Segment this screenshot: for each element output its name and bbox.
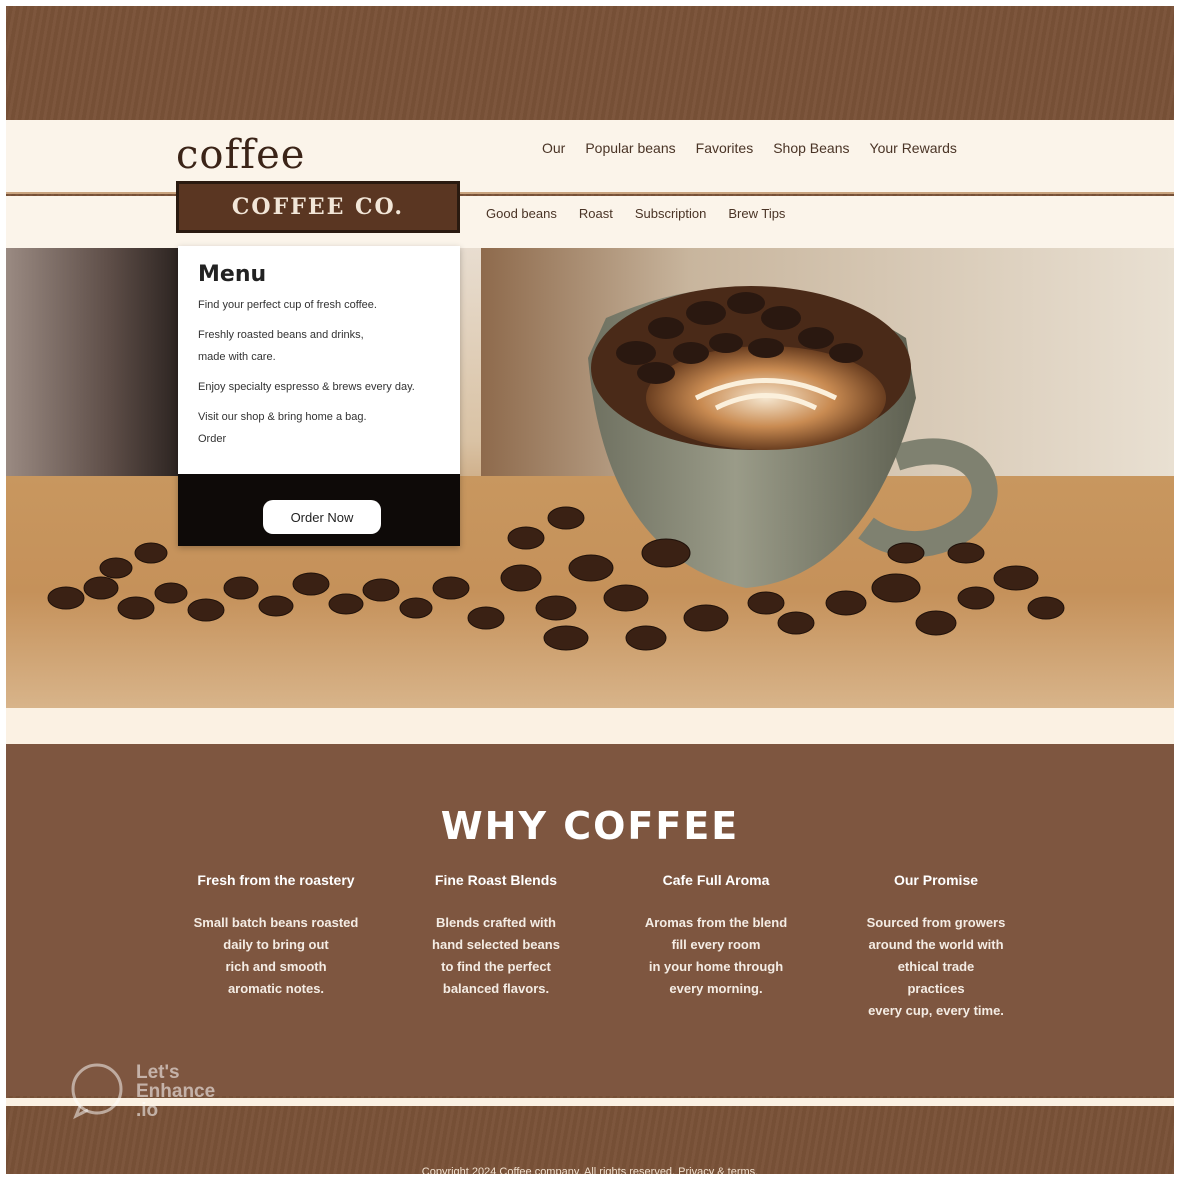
top-nav-item[interactable]: Our (542, 140, 565, 156)
card-text: Freshly roasted beans and drinks, (198, 329, 364, 341)
hero-info-card: Menu Find your perfect cup of fresh coff… (178, 246, 460, 546)
chat-bubble-icon (71, 1063, 123, 1120)
feature-heading: Cafe Full Aroma (662, 872, 770, 888)
card-text: Order (198, 433, 227, 445)
card-title: Menu (198, 262, 267, 287)
watermark-text: Let's Enhance .io (136, 1063, 215, 1120)
sub-nav-item[interactable]: Brew Tips (728, 206, 785, 221)
sub-nav-item[interactable]: Subscription (635, 206, 707, 221)
site-logo[interactable]: coffee (176, 132, 305, 178)
watermark: Let's Enhance .io (68, 1062, 215, 1120)
card-text: Visit our shop & bring home a bag. (198, 411, 367, 423)
top-nav-item[interactable]: Favorites (696, 140, 754, 156)
feature-column: Fine Roast Blends Blends crafted with ha… (396, 872, 596, 1022)
sub-nav-item[interactable]: Roast (579, 206, 613, 221)
watermark-line: .io (136, 1099, 159, 1121)
feature-text: hand selected beans (432, 937, 560, 952)
feature-text: to find the perfect (441, 959, 551, 974)
card-footer: Order Now (178, 474, 460, 546)
feature-column: Our Promise Sourced from growers around … (836, 872, 1036, 1022)
card-text: Find your perfect cup of fresh coffee. (198, 299, 377, 311)
feature-heading: Our Promise (893, 872, 979, 888)
feature-text: Small batch beans roasted (193, 915, 359, 930)
feature-text: Blends crafted with (436, 915, 556, 930)
sub-nav: Good beans Roast Subscription Brew Tips (486, 206, 785, 221)
top-nav-item[interactable]: Popular beans (585, 140, 675, 156)
feature-text: Aromas from the blend (644, 915, 788, 930)
feature-text: practices (907, 981, 965, 996)
section-title: WHY COFFEE (440, 804, 740, 848)
card-text: made with care. (198, 351, 276, 363)
page-frame: coffee Our Popular beans Favorites Shop … (6, 6, 1174, 1174)
feature-text: around the world with (868, 937, 1004, 952)
feature-text: rich and smooth (225, 959, 327, 974)
feature-text: aromatic notes. (227, 981, 325, 996)
top-nav-item[interactable]: Your Rewards (870, 140, 957, 156)
why-coffee-section: WHY COFFEE Fresh from the roastery Small… (6, 744, 1174, 1096)
brand-banner: COFFEE CO. (176, 181, 460, 233)
feature-text: every morning. (669, 981, 763, 996)
order-now-button[interactable]: Order Now (263, 500, 381, 534)
top-nav-item[interactable]: Shop Beans (773, 140, 849, 156)
sub-nav-item[interactable]: Good beans (486, 206, 557, 221)
feature-text: Sourced from growers (866, 915, 1006, 930)
feature-text: fill every room (671, 937, 761, 952)
feature-text: ethical trade (897, 959, 975, 974)
watermark-line: Enhance (136, 1080, 216, 1102)
feature-columns: Fresh from the roastery Small batch bean… (176, 872, 1036, 1022)
footer-copyright: Copyright 2024 Coffee company. All right… (421, 1166, 759, 1174)
feature-text: in your home through (648, 959, 784, 974)
feature-text: every cup, every time. (868, 1003, 1004, 1018)
feature-text: daily to bring out (223, 937, 329, 952)
feature-column: Fresh from the roastery Small batch bean… (176, 872, 376, 1022)
watermark-line: Let's (136, 1061, 180, 1083)
top-nav: Our Popular beans Favorites Shop Beans Y… (542, 140, 957, 156)
card-text: Enjoy specialty espresso & brews every d… (198, 381, 415, 393)
feature-column: Cafe Full Aroma Aromas from the blend fi… (616, 872, 816, 1022)
feature-heading: Fresh from the roastery (197, 872, 355, 888)
feature-text: balanced flavors. (442, 981, 550, 996)
feature-heading: Fine Roast Blends (434, 872, 558, 888)
divider-strip (6, 708, 1174, 744)
